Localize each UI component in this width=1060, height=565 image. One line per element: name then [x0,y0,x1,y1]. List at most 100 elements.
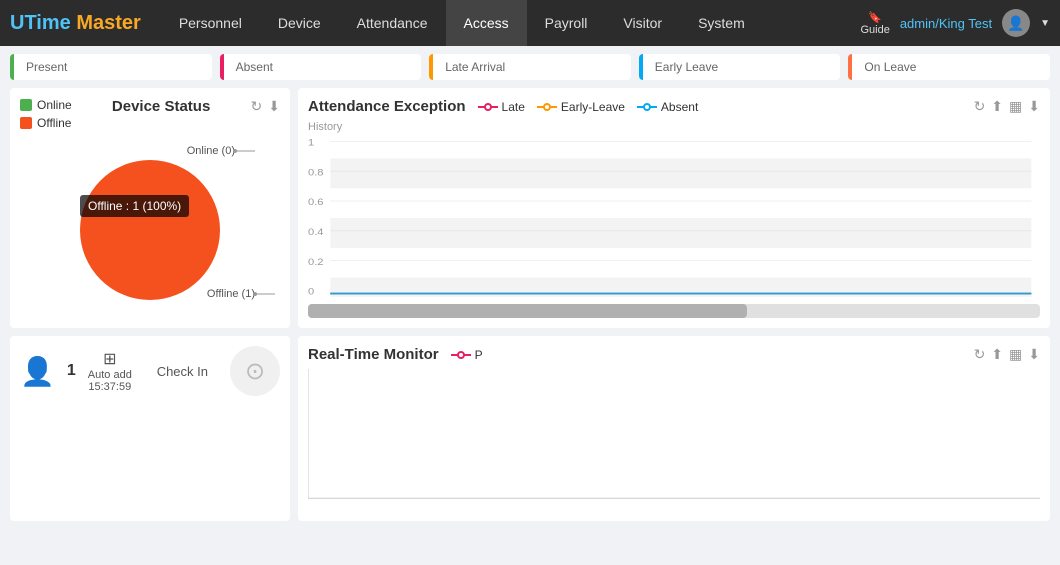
user-avatar-icon: 👤 [1007,15,1024,32]
user-dropdown-arrow[interactable]: ▼ [1040,18,1050,29]
logo-u: U [10,12,24,34]
attendance-exception-title: Attendance Exception [308,98,466,115]
att-legend-early-leave: Early-Leave [537,100,625,114]
checkin-panel: 👤 1 ⊞ Auto add 15:37:59 Check In ⊙ [10,336,290,521]
camera-icon[interactable]: ⊙ [230,346,280,396]
auto-add-time: 15:37:59 [88,381,131,393]
att-download-icon[interactable]: ⬇ [1028,98,1040,115]
att-panel-actions: ↻ ⬆ ▦ ⬇ [974,98,1040,115]
status-card-late[interactable]: Late Arrival [429,54,631,80]
camera-glyph: ⊙ [245,357,265,386]
realtime-monitor-panel: Real-Time Monitor P ↻ ⬆ ▦ ⬇ [298,336,1050,521]
status-card-present[interactable]: Present [10,54,212,80]
auto-add-icon: ⊞ [103,349,116,369]
att-refresh-icon[interactable]: ↻ [974,98,986,115]
attendance-chart-svg: 1 0.8 0.6 0.4 0.2 0 [308,135,1040,300]
refresh-icon[interactable]: ↻ [251,98,263,115]
user-info[interactable]: admin/King Test [900,16,992,31]
realtime-panel-actions: ↻ ⬆ ▦ ⬇ [974,346,1040,363]
realtime-legend-p-label: P [475,348,483,362]
pie-chart-svg [50,140,250,300]
svg-text:0.4: 0.4 [308,228,324,238]
main-content: Online Offline Device Status ↻ ⬇ [0,88,1060,529]
nav-item-visitor[interactable]: Visitor [605,0,680,46]
guide-label: Guide [860,24,889,36]
guide-icon: 🔖 [868,11,882,24]
device-panel-actions: ↻ ⬇ [251,98,280,115]
checkin-label: Check In [157,364,208,379]
attendance-chart-area: 1 0.8 0.6 0.4 0.2 0 [308,135,1040,300]
att-legend-absent-label: Absent [661,100,698,114]
person-count: 1 [67,362,76,380]
realtime-upload-icon[interactable]: ⬆ [991,346,1003,363]
status-cards-row: Present Absent Late Arrival Early Leave … [0,46,1060,88]
online-label: Online (0) [187,145,260,157]
status-card-late-label: Late Arrival [445,60,505,74]
realtime-download-icon[interactable]: ⬇ [1028,346,1040,363]
nav-item-personnel[interactable]: Personnel [161,0,260,46]
charts-row: Online Offline Device Status ↻ ⬇ [10,88,1050,328]
legend-offline-label: Offline [37,116,71,130]
status-card-on-leave[interactable]: On Leave [848,54,1050,80]
nav-links: Personnel Device Attendance Access Payro… [161,0,861,46]
chart-scrollbar[interactable] [308,304,1040,318]
nav-right: 🔖 Guide admin/King Test 👤 ▼ [860,9,1050,37]
status-card-early-leave-label: Early Leave [655,60,718,74]
svg-text:0.2: 0.2 [308,258,324,268]
legend-online: Online [20,98,72,112]
att-chart-icon[interactable]: ▦ [1009,98,1022,115]
user-avatar[interactable]: 👤 [1002,9,1030,37]
person-icon: 👤 [20,355,55,388]
status-card-absent-label: Absent [236,60,273,74]
attendance-legend: Late Early-Leave Absent [478,100,699,114]
att-legend-late-label: Late [502,100,525,114]
attendance-exception-panel: Attendance Exception Late Ea [298,88,1050,328]
svg-text:1: 1 [308,138,314,148]
realtime-chart-area [308,369,1040,509]
realtime-chart-svg [308,369,1040,509]
auto-add-section: ⊞ Auto add 15:37:59 [88,349,132,393]
offline-label: Offline (1) [207,288,280,300]
att-legend-late: Late [478,100,525,114]
pie-offline-segment [80,160,220,300]
logo-time: Time [24,12,76,34]
device-status-panel: Online Offline Device Status ↻ ⬇ [10,88,290,328]
realtime-header: Real-Time Monitor P ↻ ⬆ ▦ ⬇ [308,346,1040,363]
svg-text:0: 0 [308,287,314,297]
guide-button[interactable]: 🔖 Guide [860,11,889,36]
download-icon[interactable]: ⬇ [268,98,280,115]
status-card-early-leave[interactable]: Early Leave [639,54,841,80]
nav-item-system[interactable]: System [680,0,763,46]
legend-online-label: Online [37,98,72,112]
chart-scroll-thumb[interactable] [308,304,747,318]
att-panel-header: Attendance Exception Late Ea [308,98,1040,115]
nav-item-device[interactable]: Device [260,0,339,46]
realtime-title: Real-Time Monitor [308,346,439,363]
realtime-refresh-icon[interactable]: ↻ [974,346,986,363]
device-status-title: Device Status [112,98,210,115]
nav-item-payroll[interactable]: Payroll [527,0,606,46]
att-history-label: History [308,121,1040,133]
realtime-chart-icon[interactable]: ▦ [1009,346,1022,363]
status-card-present-label: Present [26,60,67,74]
device-legend: Online Offline [20,98,72,130]
att-legend-early-leave-label: Early-Leave [561,100,625,114]
svg-text:0.6: 0.6 [308,198,324,208]
logo-master: Master [76,12,140,34]
legend-offline: Offline [20,116,72,130]
legend-dot-offline [20,117,32,129]
status-card-on-leave-label: On Leave [864,60,916,74]
app-logo[interactable]: UTime Master [10,12,141,35]
pie-tooltip: Offline : 1 (100%) [80,195,189,217]
legend-dot-online [20,99,32,111]
nav-item-access[interactable]: Access [446,0,527,46]
pie-chart-container: Offline : 1 (100%) Online (0) Offline (1… [50,140,250,300]
att-upload-icon[interactable]: ⬆ [991,98,1003,115]
nav-item-attendance[interactable]: Attendance [339,0,446,46]
top-navigation: UTime Master Personnel Device Attendance… [0,0,1060,46]
att-legend-absent: Absent [637,100,698,114]
auto-add-label: Auto add [88,369,132,381]
checkin-top-row: 👤 1 ⊞ Auto add 15:37:59 Check In ⊙ [20,346,280,396]
status-card-absent[interactable]: Absent [220,54,422,80]
realtime-legend: P [451,348,483,362]
